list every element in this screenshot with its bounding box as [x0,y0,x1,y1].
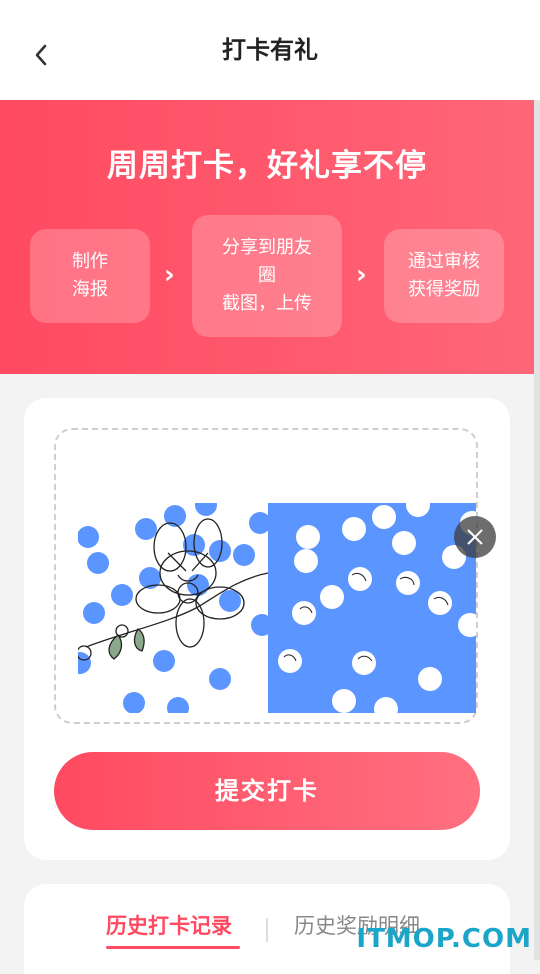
upload-area[interactable] [54,428,496,724]
step-review-reward: 通过审核 获得奖励 [384,229,504,323]
step-make-poster: 制作 海报 [30,229,150,323]
submit-checkin-button[interactable]: 提交打卡 [54,752,480,830]
remove-image-button[interactable] [454,516,496,558]
step-label: 制作 海报 [72,251,108,300]
page-title: 打卡有礼 [222,36,318,64]
tab-active-indicator [106,946,240,949]
banner-title: 周周打卡，好礼享不停 [107,148,427,184]
uploaded-image [78,503,476,713]
tab-divider [266,918,268,942]
chevron-right-icon: › [356,260,367,290]
close-icon [467,529,483,545]
chevron-right-icon: › [164,260,175,290]
poster-image [78,503,476,713]
step-share-upload: 分享到朋友 圈 截图，上传 [192,215,342,337]
tab-checkin-history[interactable]: 历史打卡记录 [106,910,232,940]
header: 打卡有礼 [0,0,540,100]
step-label: 分享到朋友 圈 截图，上传 [222,237,312,314]
scrollbar[interactable] [534,100,540,960]
step-label: 通过审核 获得奖励 [408,251,480,300]
checkin-card: 提交打卡 [24,398,510,860]
banner: 周周打卡，好礼享不停 制作 海报 › 分享到朋友 圈 截图，上传 › 通过审核 … [0,100,534,374]
watermark: ITMOP.COM [356,924,532,954]
